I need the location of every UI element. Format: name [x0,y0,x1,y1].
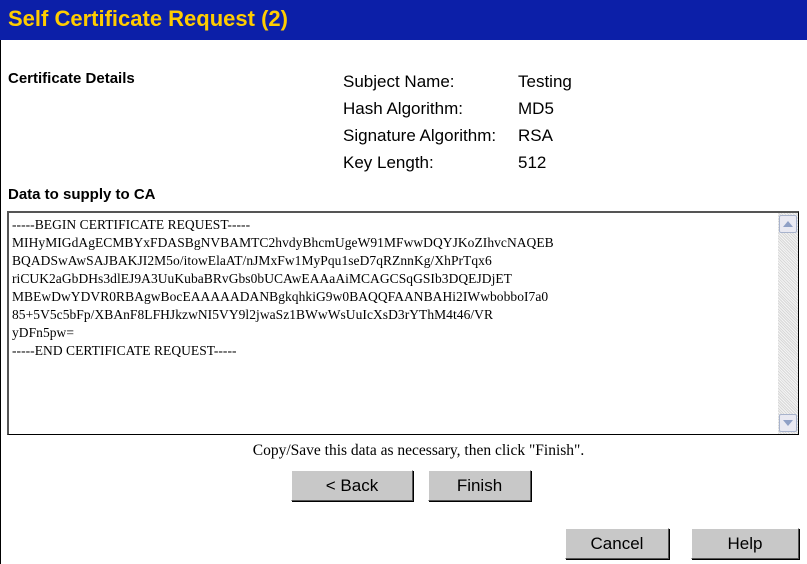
detail-value: 512 [518,153,547,172]
left-frame-border [0,40,1,564]
detail-key: Signature Algorithm: [343,126,497,145]
detail-value: Testing [518,72,572,91]
help-button[interactable]: Help [691,528,799,559]
detail-value: MD5 [518,99,554,118]
arrow-up-icon [783,221,793,227]
detail-key: Key Length: [343,153,434,172]
arrow-down-icon [783,420,793,426]
finish-button[interactable]: Finish [428,470,531,501]
csr-textarea-box: -----BEGIN CERTIFICATE REQUEST----- MIHy… [7,211,799,435]
detail-key: Subject Name: [343,72,455,91]
csr-textarea[interactable]: -----BEGIN CERTIFICATE REQUEST----- MIHy… [12,216,774,432]
certificate-details-label: Certificate Details [8,70,135,87]
detail-value: RSA [518,126,553,145]
scroll-down-button[interactable] [779,414,797,432]
title-bar: Self Certificate Request (2) [0,0,807,40]
instruction-text: Copy/Save this data as necessary, then c… [252,442,585,459]
page-title: Self Certificate Request (2) [8,6,288,31]
detail-key: Hash Algorithm: [343,99,463,118]
scroll-up-button[interactable] [779,215,797,233]
csr-scrollbar[interactable] [778,213,798,434]
cancel-button[interactable]: Cancel [565,528,669,559]
back-button[interactable]: < Back [291,470,413,501]
data-to-supply-label: Data to supply to CA [8,186,156,203]
